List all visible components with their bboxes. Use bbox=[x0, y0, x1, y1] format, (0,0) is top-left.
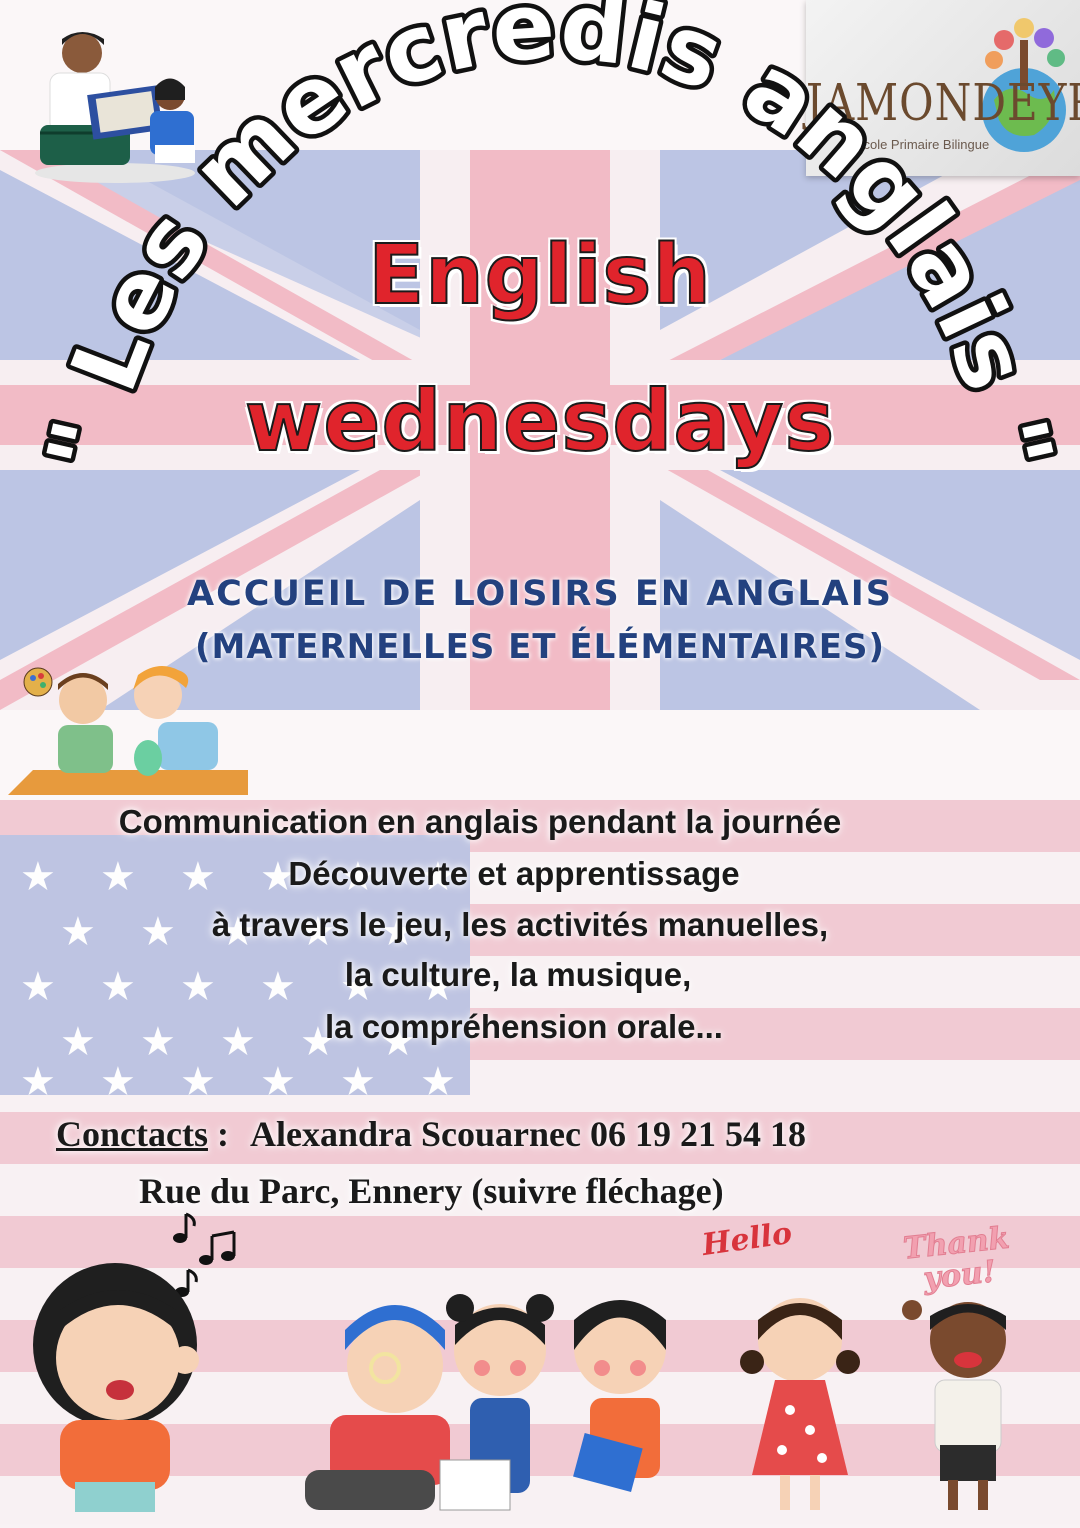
title-line-2: wednesdays bbox=[244, 371, 836, 471]
svg-text:★: ★ bbox=[260, 1059, 296, 1105]
title-line-1: English bbox=[367, 227, 712, 324]
kids-crafts-illustration bbox=[8, 666, 248, 795]
girl-book bbox=[573, 1300, 666, 1492]
boy-waving bbox=[902, 1300, 1006, 1510]
description-line-3: à travers le jeu, les activités manuelle… bbox=[211, 906, 829, 943]
svg-text:★: ★ bbox=[20, 1059, 56, 1105]
girl-buns bbox=[439, 1294, 554, 1511]
subtitle-line-1: ACCUEIL DE LOISIRS EN ANGLAIS bbox=[187, 574, 893, 614]
description-line-2: Découverte et apprentissage bbox=[288, 855, 740, 892]
contact-person: Alexandra Scouarnec 06 19 21 54 18 bbox=[249, 1114, 806, 1154]
children-group-illustration bbox=[33, 1263, 1006, 1512]
description-line-4: la culture, la musique, bbox=[344, 956, 692, 993]
contact-separator: : bbox=[216, 1114, 229, 1154]
description-line-5: la compréhension orale... bbox=[325, 1008, 723, 1045]
svg-text:★: ★ bbox=[420, 1059, 456, 1105]
contact-address: Rue du Parc, Ennery (suivre fléchage) bbox=[139, 1171, 724, 1211]
description-line-1: Communication en anglais pendant la jour… bbox=[118, 803, 842, 840]
svg-text:★: ★ bbox=[340, 1059, 376, 1105]
singing-girl bbox=[33, 1263, 199, 1512]
svg-text:★: ★ bbox=[100, 1059, 136, 1105]
contact-line: Conctacts : Alexandra Scouarnec 06 19 21… bbox=[56, 1113, 806, 1155]
svg-text:★: ★ bbox=[180, 1059, 216, 1105]
flyer: ★ ★ ★ ★ ★ ★ ★ ★ ★ ★ ★ ★ ★ ★ ★ ★ ★ ★ ★ ★ ★ ★ ★ ★ ★ ★ ★ ★ bbox=[0, 0, 1080, 1528]
boy-glasses bbox=[305, 1305, 450, 1510]
girl-dress bbox=[740, 1298, 860, 1510]
contact-label: Conctacts bbox=[56, 1114, 208, 1154]
